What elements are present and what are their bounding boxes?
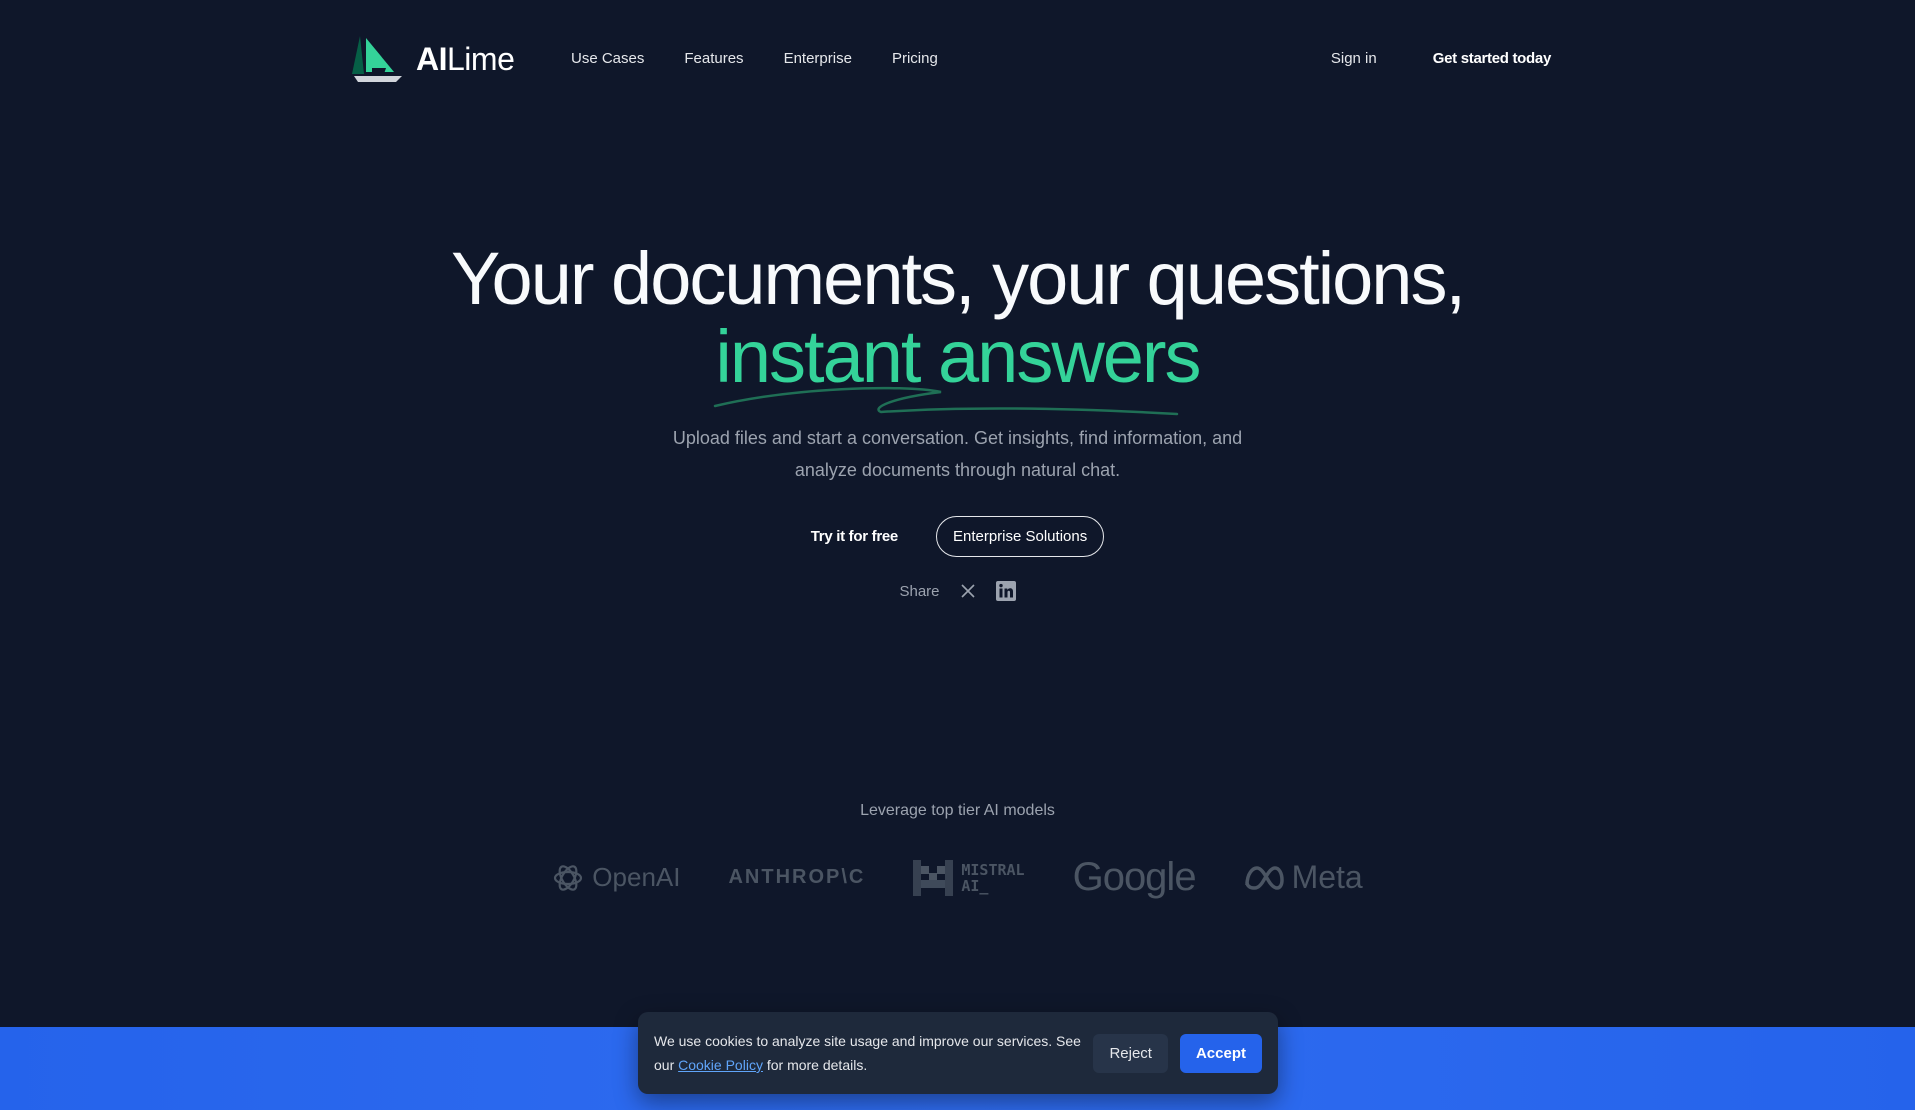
mistral-label-line2: AI_: [961, 876, 989, 895]
mistral-logo: MISTRAL AI_: [913, 859, 1025, 896]
google-logo: Google: [1072, 855, 1197, 900]
hero: Your documents, your questions, instant …: [0, 240, 1915, 601]
model-logos: OpenAI ANTHROP\C MISTRAL AI_ Google Meta: [0, 855, 1915, 900]
openai-icon: [554, 864, 583, 891]
hero-actions: Try it for free Enterprise Solutions: [0, 516, 1915, 557]
share-row: Share: [0, 581, 1915, 601]
sign-in-link[interactable]: Sign in: [1331, 50, 1377, 67]
nav-features[interactable]: Features: [684, 50, 743, 67]
share-label: Share: [899, 582, 940, 600]
sail-logo-icon: [352, 36, 402, 82]
try-free-link[interactable]: Try it for free: [811, 528, 899, 545]
anthropic-logo: ANTHROP\C: [728, 866, 865, 889]
cookie-policy-link[interactable]: Cookie Policy: [678, 1057, 763, 1073]
nav-enterprise[interactable]: Enterprise: [784, 50, 852, 67]
models-title: Leverage top tier AI models: [860, 802, 1055, 819]
anthropic-label: ANTHROP\C: [728, 866, 866, 888]
nav-pricing[interactable]: Pricing: [892, 50, 938, 67]
cookie-banner: We use cookies to analyze site usage and…: [638, 1012, 1278, 1094]
enterprise-solutions-button[interactable]: Enterprise Solutions: [935, 516, 1105, 557]
account-nav: Sign in Get started today: [1331, 50, 1551, 67]
hero-title-line1: Your documents, your questions,: [450, 237, 1466, 320]
hero-title: Your documents, your questions, instant …: [0, 237, 1915, 416]
google-label: Google: [1072, 855, 1197, 899]
nav-use-cases[interactable]: Use Cases: [571, 50, 644, 67]
meta-label: Meta: [1291, 859, 1363, 895]
header: AILime Use Cases Features Enterprise Pri…: [0, 0, 1915, 120]
mistral-label-line1: MISTRAL: [961, 860, 1025, 879]
hero-subtitle: Upload files and start a conversation. G…: [672, 428, 1243, 480]
linkedin-icon[interactable]: [995, 581, 1016, 601]
x-logo-icon[interactable]: [958, 581, 978, 601]
brand-name: AILime: [416, 40, 515, 77]
mistral-icon: [913, 859, 954, 896]
openai-logo: OpenAI: [552, 862, 680, 894]
openai-label: OpenAI: [592, 862, 681, 892]
hero-title-accent: instant answers: [714, 318, 1202, 416]
meta-icon: [1244, 865, 1284, 890]
accept-cookies-button[interactable]: Accept: [1179, 1033, 1262, 1073]
meta-logo: Meta: [1244, 859, 1363, 896]
get-started-link[interactable]: Get started today: [1433, 50, 1552, 67]
brand-logo[interactable]: AILime: [350, 36, 515, 82]
reject-cookies-button[interactable]: Reject: [1093, 1033, 1168, 1073]
cookie-message: We use cookies to analyze site usage and…: [654, 1033, 1081, 1073]
cookie-actions: Reject Accept: [1093, 1033, 1262, 1073]
main-nav: Use Cases Features Enterprise Pricing: [571, 50, 938, 67]
